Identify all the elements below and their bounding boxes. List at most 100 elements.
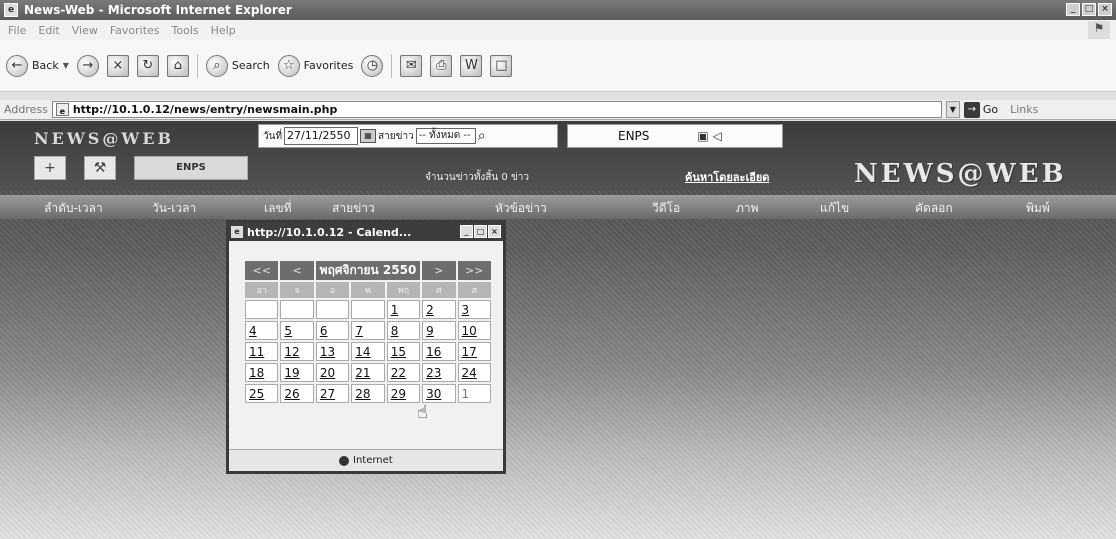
popup-titlebar: e http://10.1.0.12 - Calend... _ □ ×	[229, 223, 503, 241]
magnifier-icon: ⌕	[205, 54, 228, 77]
back-dropdown-icon[interactable]: ▼	[63, 61, 69, 70]
forward-button[interactable]: →	[76, 54, 99, 77]
calendar-day[interactable]: 23	[422, 363, 456, 382]
add-news-icon[interactable]: +	[34, 156, 66, 180]
calendar-day-empty	[351, 300, 385, 319]
menu-bar: File Edit View Favorites Tools Help ⚑	[0, 20, 1116, 40]
calendar-day[interactable]: 25	[245, 384, 279, 403]
total-news-count: จำนวนข่าวทั้งสิ้น 0 ข่าว	[425, 172, 530, 183]
news-line-select[interactable]: -- ทั้งหมด --	[415, 128, 476, 144]
calendar-day[interactable]: 2	[422, 300, 456, 319]
newsweb-logo-small: NEWS@WEB	[34, 129, 175, 148]
calendar-day[interactable]: 12	[280, 342, 314, 361]
address-input[interactable]: e http://10.1.0.12/news/entry/newsmain.p…	[51, 101, 942, 118]
calendar-day[interactable]: 29	[386, 384, 421, 403]
calendar-day[interactable]: 10	[457, 321, 491, 340]
prev-month-button[interactable]: <	[280, 261, 314, 280]
calendar-day-empty	[315, 300, 350, 319]
popup-close-button[interactable]: ×	[488, 225, 501, 238]
calendar-day[interactable]: 14	[351, 342, 385, 361]
search-label: Search	[231, 59, 270, 72]
enps-action-icon[interactable]: ▣ ◁	[697, 129, 721, 143]
calendar-day[interactable]: 20	[315, 363, 350, 382]
popup-minimize-button[interactable]: _	[460, 225, 473, 238]
nav-item[interactable]: ลำดับ-เวลา	[44, 199, 103, 218]
stop-button[interactable]: ×	[106, 54, 129, 77]
go-button[interactable]: → Go	[963, 101, 999, 118]
calendar-day[interactable]: 26	[280, 384, 314, 403]
menu-favorites[interactable]: Favorites	[110, 24, 160, 37]
refresh-button[interactable]: ↻	[136, 54, 159, 77]
calendar-day[interactable]: 19	[280, 363, 314, 382]
calendar-day[interactable]: 5	[280, 321, 314, 340]
calendar-day[interactable]: 28	[351, 384, 385, 403]
menu-tools[interactable]: Tools	[172, 24, 199, 37]
calendar-day[interactable]: 7	[351, 321, 385, 340]
nav-item[interactable]: หัวข้อข่าว	[495, 199, 547, 218]
calendar-day[interactable]: 8	[386, 321, 421, 340]
links-label[interactable]: Links	[1010, 103, 1038, 116]
edit-button[interactable]: W	[460, 54, 483, 77]
calendar-day[interactable]: 17	[457, 342, 491, 361]
menu-edit[interactable]: Edit	[38, 24, 59, 37]
calendar-day[interactable]: 4	[245, 321, 279, 340]
calendar-day[interactable]: 13	[315, 342, 350, 361]
advanced-search-link[interactable]: ค้นหาโดยละเอียด	[685, 168, 769, 186]
calendar-day[interactable]: 15	[386, 342, 421, 361]
next-year-button[interactable]: >>	[457, 261, 491, 280]
menu-file[interactable]: File	[8, 24, 26, 37]
date-input[interactable]: 27/11/2550	[284, 127, 359, 145]
calendar-day[interactable]: 9	[422, 321, 456, 340]
favorites-button[interactable]: ☆ Favorites	[277, 54, 354, 77]
calendar-day[interactable]: 24	[457, 363, 491, 382]
address-dropdown-icon[interactable]: ▼	[945, 101, 960, 118]
calendar-day[interactable]: 18	[245, 363, 279, 382]
nav-item[interactable]: คัดลอก	[915, 199, 953, 218]
calendar-day[interactable]: 3	[457, 300, 491, 319]
search-icon[interactable]: ⌕	[478, 128, 486, 144]
weekday-label: พ	[351, 282, 385, 298]
tab-enps[interactable]: ENPS	[134, 156, 248, 180]
tools-icon[interactable]: ⚒	[84, 156, 116, 180]
popup-maximize-button[interactable]: □	[474, 225, 487, 238]
weekday-header-row: อา จ อ พ พฤ ศ ส	[245, 282, 491, 298]
nav-item[interactable]: แก้ไข	[820, 199, 849, 218]
discuss-button[interactable]: □	[490, 54, 513, 77]
favorites-label: Favorites	[303, 59, 354, 72]
calendar-icon[interactable]: ▦	[360, 129, 377, 143]
maximize-button[interactable]: □	[1082, 3, 1096, 16]
calendar-day[interactable]: 22	[386, 363, 421, 382]
nav-item[interactable]: พิมพ์	[1026, 199, 1050, 218]
calendar-day[interactable]: 1	[386, 300, 421, 319]
calendar-day-next-month[interactable]: 1	[457, 384, 491, 403]
history-button[interactable]: ◷	[361, 54, 384, 77]
mail-button[interactable]: ✉	[400, 54, 423, 77]
calendar-day[interactable]: 16	[422, 342, 456, 361]
close-button[interactable]: ×	[1098, 3, 1112, 16]
nav-item[interactable]: เลขที่	[264, 199, 292, 218]
nav-item[interactable]: สายข่าว	[332, 199, 375, 218]
calendar-day[interactable]: 6	[315, 321, 350, 340]
nav-item[interactable]: วัน-เวลา	[152, 199, 196, 218]
calendar-day[interactable]: 27	[315, 384, 350, 403]
next-month-button[interactable]: >	[422, 261, 456, 280]
calendar-day[interactable]: 30	[422, 384, 456, 403]
nav-item[interactable]: ภาพ	[736, 199, 759, 218]
minimize-button[interactable]: _	[1066, 3, 1080, 16]
back-button[interactable]: ← Back ▼	[6, 54, 69, 77]
nav-item[interactable]: วีดีโอ	[652, 199, 680, 218]
windows-flag-icon: ⚑	[1088, 21, 1110, 39]
go-label: Go	[982, 103, 999, 116]
weekday-label: จ	[280, 282, 314, 298]
menu-help[interactable]: Help	[211, 24, 236, 37]
address-url: http://10.1.0.12/news/entry/newsmain.php	[72, 103, 338, 116]
print-button[interactable]: ⎙	[430, 54, 453, 77]
menu-view[interactable]: View	[72, 24, 98, 37]
search-button[interactable]: ⌕ Search	[205, 54, 270, 77]
back-arrow-icon: ←	[6, 54, 28, 77]
standard-toolbar: ← Back ▼ → × ↻ ⌂ ⌕ Search ☆ Favorites ◷ …	[0, 40, 1116, 92]
home-button[interactable]: ⌂	[166, 54, 189, 77]
calendar-day[interactable]: 11	[245, 342, 279, 361]
prev-year-button[interactable]: <<	[245, 261, 279, 280]
calendar-day[interactable]: 21	[351, 363, 385, 382]
